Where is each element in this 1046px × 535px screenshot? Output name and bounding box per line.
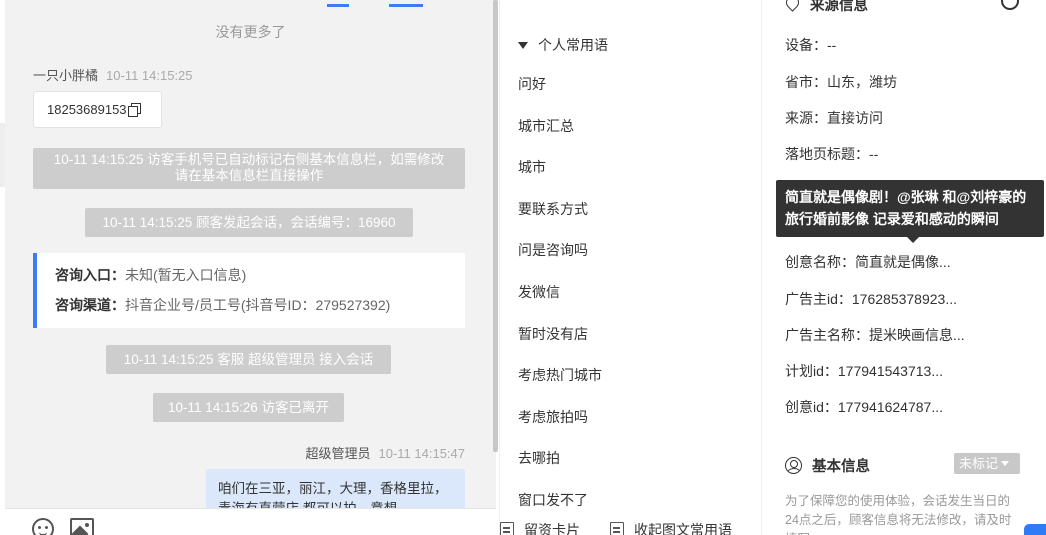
caret-down-icon: [518, 42, 528, 49]
chat-messages[interactable]: 没有更多了 一只小胖橘 10-11 14:15:25 18253689153 10…: [5, 0, 496, 508]
info-row-creative-id: 创意id：177941624787...: [785, 399, 943, 415]
info-row-landing-title: 落地页标题：--: [785, 146, 879, 162]
tooltip-arrow: [907, 237, 919, 243]
entry-label: 咨询入口：: [55, 267, 125, 283]
info-row-region: 省市：山东，潍坊: [785, 74, 897, 90]
phrase-item[interactable]: 暂时没有店: [518, 314, 602, 356]
tag-dropdown[interactable]: 未标记: [954, 453, 1020, 474]
lead-card-button[interactable]: 留资卡片: [500, 520, 580, 535]
info-row-source: 来源：直接访问: [785, 110, 883, 126]
location-pin-icon: [785, 0, 800, 13]
consult-entry-card: 咨询入口：未知(暂无入口信息) 咨询渠道：抖音企业号/员工号(抖音号ID：279…: [33, 253, 465, 328]
chevron-down-icon: [1001, 461, 1010, 466]
entry-value: 未知(暂无入口信息): [125, 267, 247, 283]
chat-scrollbar[interactable]: [493, 0, 498, 452]
chat-area: 没有更多了 一只小胖橘 10-11 14:15:25 18253689153 10…: [0, 0, 499, 535]
system-message: 10-11 14:15:25 顾客发起会话，会话编号：16960: [85, 208, 413, 237]
visitor-header: 一只小胖橘 10-11 14:15:25: [33, 65, 193, 84]
collapse-phrases-label: 收起图文常用语: [634, 522, 732, 535]
chat-toolbar: [5, 508, 496, 535]
visitor-phone: 18253689153: [47, 102, 127, 117]
info-row-plan-id: 计划id：177941543713...: [785, 363, 943, 379]
basic-info-title: 基本信息: [785, 455, 870, 476]
info-row-advertiser-name: 广告主名称：提米映画信息...: [785, 327, 965, 343]
phrases-group-title: 个人常用语: [538, 37, 608, 53]
no-more-text: 没有更多了: [215, 24, 286, 40]
agent-message-bubble: 咱们在三亚，丽江，大理，香格里拉，青海有直营店 都可以拍，意想: [206, 469, 465, 508]
tag-dropdown-label: 未标记: [959, 456, 999, 471]
collapse-phrases-button[interactable]: 收起图文常用语: [610, 520, 732, 535]
channel-value: 抖音企业号/员工号(抖音号ID：279527392): [125, 297, 391, 313]
user-icon: [785, 457, 802, 474]
emoji-icon[interactable]: [32, 518, 54, 535]
info-row-creative-name[interactable]: 创意名称：简直就是偶像...: [785, 252, 951, 272]
image-icon[interactable]: [70, 518, 94, 535]
phrase-item[interactable]: 城市汇总: [518, 106, 602, 148]
channel-label: 咨询渠道：: [55, 297, 125, 313]
system-message: 10-11 14:15:25 访客手机号已自动标记右侧基本信息栏，如需修改请在基…: [33, 148, 465, 189]
phrase-item[interactable]: 要联系方式: [518, 189, 602, 231]
system-message: 10-11 14:15:26 访客已离开: [153, 393, 344, 422]
phrase-item[interactable]: 问是咨询吗: [518, 230, 602, 272]
phrases-footer: 留资卡片 收起图文常用语: [500, 516, 761, 535]
phrase-item[interactable]: 去哪拍: [518, 438, 602, 480]
visitor-name: 一只小胖橘: [33, 68, 99, 83]
creative-name-tooltip: 简直就是偶像剧！@张琳 和@刘梓豪的旅行婚前影像 记录爱和感动的瞬间: [776, 180, 1044, 237]
lead-card-label: 留资卡片: [524, 522, 580, 535]
phrase-item[interactable]: 问好: [518, 64, 602, 106]
copy-icon[interactable]: [127, 103, 141, 117]
info-row-advertiser-id: 广告主id：176285378923...: [785, 291, 957, 307]
chat-float-button[interactable]: [1024, 524, 1046, 535]
phrase-item[interactable]: 考虑旅拍吗: [518, 397, 602, 439]
source-info-title: 来源信息: [785, 0, 868, 15]
agent-name: 超级管理员: [305, 446, 371, 461]
phrase-item[interactable]: 发微信: [518, 272, 602, 314]
phrases-panel: 个人常用语 问好 城市汇总 城市 要联系方式 问是咨询吗 发微信 暂时没有店 考…: [499, 0, 762, 535]
visitor-time: 10-11 14:15:25: [106, 68, 193, 83]
info-row-device: 设备：--: [785, 37, 837, 53]
info-panel: 来源信息 设备：-- 省市：山东，潍坊 来源：直接访问 落地页标题：-- 创意名…: [763, 0, 1046, 535]
agent-time: 10-11 14:15:47: [378, 446, 466, 461]
phrase-item[interactable]: 城市: [518, 147, 602, 189]
card-icon: [500, 522, 514, 535]
phrase-item[interactable]: 考虑热门城市: [518, 355, 602, 397]
settings-icon[interactable]: [1001, 0, 1019, 10]
system-message: 10-11 14:15:25 客服 超级管理员 接入会话: [106, 345, 391, 374]
edit-notice: 为了保障您的使用体验，会话发生当日的24点之后，顾客信息将无法修改，请及时填写: [785, 494, 1012, 535]
phrases-group-header[interactable]: 个人常用语: [518, 35, 608, 55]
phone-bubble: 18253689153: [33, 91, 162, 128]
top-cut-header: [5, 0, 496, 7]
phrases-list: 问好 城市汇总 城市 要联系方式 问是咨询吗 发微信 暂时没有店 考虑热门城市 …: [518, 64, 602, 522]
document-icon: [610, 522, 624, 535]
agent-header: 超级管理员 10-11 14:15:47: [305, 443, 465, 462]
